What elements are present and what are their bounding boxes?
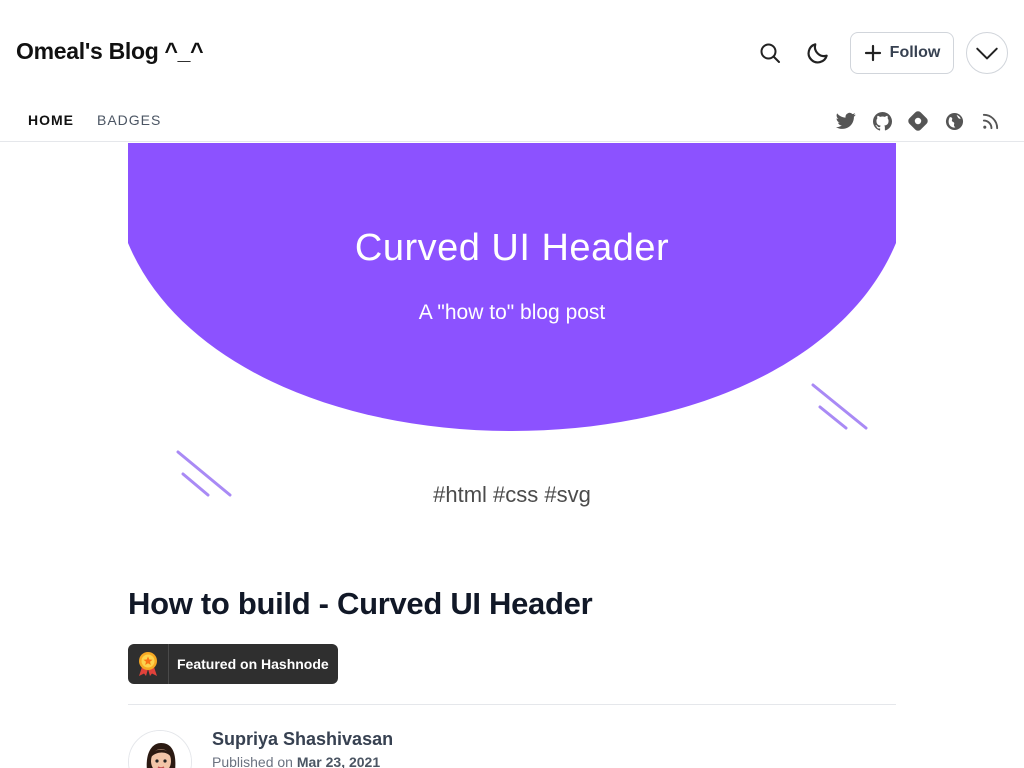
hashnode-icon [908,111,928,131]
author-avatar[interactable] [128,730,192,768]
moon-icon [807,43,828,64]
follow-button[interactable]: Follow [850,32,954,74]
rss-link[interactable] [979,110,1001,132]
avatar-illustration [129,731,191,768]
github-link[interactable] [871,110,893,132]
twitter-icon [836,112,856,129]
plus-icon [864,44,881,62]
featured-label: Featured on Hashnode [177,656,329,672]
menu-button[interactable] [966,32,1008,74]
globe-icon [945,112,963,130]
cover-image: Curved UI Header A "how to" blog post #h… [128,143,896,543]
article-title: How to build - Curved UI Header [128,586,593,621]
divider [128,704,896,705]
award-icon [139,652,157,676]
search-button[interactable] [749,32,791,74]
nav-item-badges[interactable]: BADGES [97,112,161,128]
hashnode-link[interactable] [907,110,929,132]
search-icon [760,43,780,63]
published-prefix: Published on [212,754,293,768]
github-icon [872,111,892,131]
blog-title[interactable]: Omeal's Blog ^_^ [16,38,204,65]
cover-subtitle: A "how to" blog post [418,301,606,324]
badge-icon-wrap [128,644,169,684]
nav-bar: HOME BADGES [0,100,1024,142]
website-link[interactable] [943,110,965,132]
rss-icon [982,113,998,129]
author-name[interactable]: Supriya Shashivasan [212,729,393,750]
chevron-down-icon [976,47,998,60]
decorative-lines-right [811,383,868,430]
cover-title: Curved UI Header [354,227,670,269]
published-date: Mar 23, 2021 [296,754,381,768]
featured-on-hashnode-badge[interactable]: Featured on Hashnode [128,644,338,684]
follow-label: Follow [889,44,941,61]
top-header: Omeal's Blog ^_^ Follow [0,0,1024,100]
theme-toggle-button[interactable] [797,32,839,74]
nav-item-home[interactable]: HOME [28,112,74,128]
twitter-link[interactable] [835,110,857,132]
published-line: Published on Mar 23, 2021 [212,754,380,768]
cover-tags: #html #css #svg [433,482,591,507]
